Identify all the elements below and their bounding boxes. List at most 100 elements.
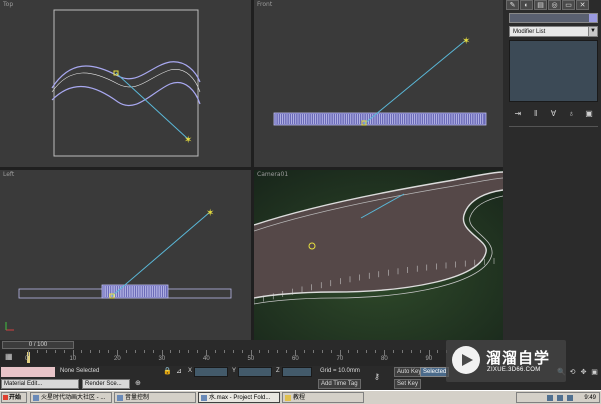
utilities-tab-icon[interactable]: ✕ bbox=[576, 0, 589, 10]
material-editor-window-button[interactable]: Material Edit... bbox=[1, 379, 79, 389]
ruler-minor-tick bbox=[45, 350, 47, 353]
taskbar-item-tutorial[interactable]: 教程 bbox=[282, 392, 364, 403]
ruler-minor-tick bbox=[90, 350, 92, 353]
ruler-minor-tick bbox=[197, 350, 199, 353]
ruler-minor-tick bbox=[401, 350, 403, 353]
object-color-swatch[interactable] bbox=[589, 14, 597, 22]
svg-text:✶: ✶ bbox=[462, 36, 470, 47]
ruler-minor-tick bbox=[214, 350, 216, 353]
ruler-tick-label: 80 bbox=[381, 356, 388, 362]
open-mini-curve-editor-icon[interactable]: ▦ bbox=[5, 352, 16, 363]
configure-modifier-sets-icon[interactable]: ▣ bbox=[584, 109, 594, 119]
ruler-minor-tick bbox=[437, 350, 439, 353]
display-tab-icon[interactable]: ▭ bbox=[562, 0, 575, 10]
top-viewport[interactable]: Top ✶ bbox=[0, 0, 251, 167]
start-button[interactable]: 开始 bbox=[1, 392, 27, 403]
hierarchy-tab-icon[interactable]: ▤ bbox=[534, 0, 547, 10]
make-unique-icon[interactable]: ∀ bbox=[548, 109, 558, 119]
selection-lock-toggle-icon[interactable]: ⊕ bbox=[135, 379, 141, 387]
svg-text:✶: ✶ bbox=[184, 135, 192, 146]
maximize-viewport-icon[interactable]: ▣ bbox=[590, 368, 599, 377]
taskbar-item-label: 火星时代动画大社区 - ... bbox=[41, 395, 106, 401]
key-filter-selected-dropdown[interactable]: Selected bbox=[420, 367, 450, 377]
render-setup-window-button[interactable]: Render Sce... bbox=[82, 379, 130, 389]
taskbar-item-volume[interactable]: 音量控制 bbox=[114, 392, 196, 403]
taskbar-item-label: 音量控制 bbox=[125, 395, 150, 401]
ruler-tick-label: 40 bbox=[203, 356, 210, 362]
remove-modifier-icon[interactable]: ♁ bbox=[566, 109, 576, 119]
ruler-tick-label: 70 bbox=[336, 356, 344, 362]
ruler-minor-tick bbox=[81, 350, 83, 353]
time-slider[interactable]: 0 / 100 bbox=[0, 340, 503, 350]
system-tray: 9:49 bbox=[516, 392, 600, 403]
object-name-field[interactable] bbox=[509, 13, 598, 23]
chevron-down-icon[interactable]: ▼ bbox=[588, 27, 597, 36]
modify-tab-icon[interactable]: ◐ bbox=[520, 0, 533, 10]
speaker-icon bbox=[117, 395, 123, 401]
ruler-tick-label: 50 bbox=[247, 356, 255, 362]
ruler-minor-tick bbox=[303, 350, 305, 353]
play-logo-icon bbox=[452, 346, 480, 374]
lock-selection-icon[interactable]: 🔒 bbox=[163, 367, 172, 375]
camera-viewport-canvas bbox=[254, 170, 503, 340]
maxscript-listener-field[interactable] bbox=[1, 367, 55, 377]
ruler-minor-tick bbox=[277, 350, 279, 353]
ruler-tick-label: 0 bbox=[25, 356, 29, 362]
time-slider-thumb[interactable]: 0 / 100 bbox=[2, 341, 74, 349]
z-coordinate-label: Z bbox=[276, 368, 280, 374]
ruler-minor-tick bbox=[312, 350, 314, 353]
ruler-minor-tick bbox=[188, 350, 190, 353]
z-coordinate-field[interactable] bbox=[282, 367, 312, 377]
ruler-minor-tick bbox=[392, 350, 394, 353]
ruler-minor-tick bbox=[223, 350, 225, 353]
ruler-minor-tick bbox=[241, 350, 243, 353]
command-panel: ✎ ◐ ▤ ◎ ▭ ✕ Modifier List ▼ ⇥ ‖ ∀ ♁ ▣ bbox=[503, 0, 601, 340]
y-coordinate-label: Y bbox=[232, 368, 237, 374]
top-viewport-canvas: ✶ bbox=[51, 9, 201, 157]
modifier-stack-view[interactable] bbox=[509, 40, 598, 102]
orbit-icon[interactable]: ⟲ bbox=[568, 368, 577, 377]
x-coordinate-field[interactable] bbox=[194, 367, 228, 377]
ruler-minor-tick bbox=[179, 350, 181, 353]
key-icon[interactable]: ⚷ bbox=[374, 372, 380, 381]
create-tab-icon[interactable]: ✎ bbox=[506, 0, 519, 10]
grid-size-text: Grid = 10.0mm bbox=[320, 368, 360, 374]
track-bar[interactable]: ▦ 0 10 20 30 40 50 60 70 80 90 bbox=[0, 350, 503, 366]
ruler-minor-tick bbox=[232, 350, 234, 353]
ruler-minor-tick bbox=[366, 350, 368, 353]
ruler-tick-label: 20 bbox=[114, 356, 121, 362]
ruler-minor-tick bbox=[108, 350, 110, 353]
tray-network-icon[interactable] bbox=[547, 395, 553, 401]
absolute-mode-icon[interactable]: ⊿ bbox=[176, 367, 182, 375]
pan-icon[interactable]: ✥ bbox=[579, 368, 588, 377]
ruler-minor-tick bbox=[268, 350, 270, 353]
tray-volume-icon[interactable] bbox=[557, 395, 563, 401]
taskbar-item-3dsmax[interactable]: 水.max - Project Fold... bbox=[198, 392, 280, 403]
front-viewport[interactable]: Front ✶ bbox=[254, 0, 503, 167]
viewport-divider-vertical[interactable] bbox=[251, 0, 254, 340]
modifier-stack-tools: ⇥ ‖ ∀ ♁ ▣ bbox=[509, 107, 598, 121]
pin-stack-icon[interactable]: ⇥ bbox=[513, 109, 523, 119]
left-viewport-canvas: ✶ bbox=[5, 208, 232, 331]
camera-viewport-label[interactable]: Camera01 bbox=[257, 171, 288, 178]
y-coordinate-field[interactable] bbox=[238, 367, 272, 377]
add-time-tag-button[interactable]: Add Time Tag bbox=[318, 379, 361, 389]
taskbar-item-label: 教程 bbox=[293, 395, 306, 401]
motion-tab-icon[interactable]: ◎ bbox=[548, 0, 561, 10]
tray-ime-icon[interactable] bbox=[567, 395, 573, 401]
left-viewport[interactable]: Left ✶ bbox=[0, 170, 251, 340]
svg-text:✶: ✶ bbox=[206, 208, 214, 219]
set-key-button[interactable]: Set Key bbox=[394, 379, 422, 389]
front-viewport-canvas: ✶ bbox=[273, 36, 487, 126]
windows-taskbar: 开始 火星时代动画大社区 - ... 音量控制 水.max - Project … bbox=[0, 390, 601, 404]
ruler-minor-tick bbox=[259, 350, 261, 353]
show-end-result-icon[interactable]: ‖ bbox=[531, 109, 541, 119]
modifier-list-dropdown[interactable]: Modifier List ▼ bbox=[509, 26, 598, 37]
watermark: 溜溜自学 ZIXUE.3D66.COM bbox=[446, 340, 566, 382]
taskbar-item-community[interactable]: 火星时代动画大社区 - ... bbox=[30, 392, 112, 403]
ruler-minor-tick bbox=[125, 350, 127, 353]
viewport-divider-horizontal[interactable] bbox=[0, 167, 503, 170]
camera-viewport[interactable]: Camera01 bbox=[254, 170, 503, 340]
ruler-tick-label: 90 bbox=[425, 356, 433, 362]
ruler-minor-tick bbox=[321, 350, 323, 353]
